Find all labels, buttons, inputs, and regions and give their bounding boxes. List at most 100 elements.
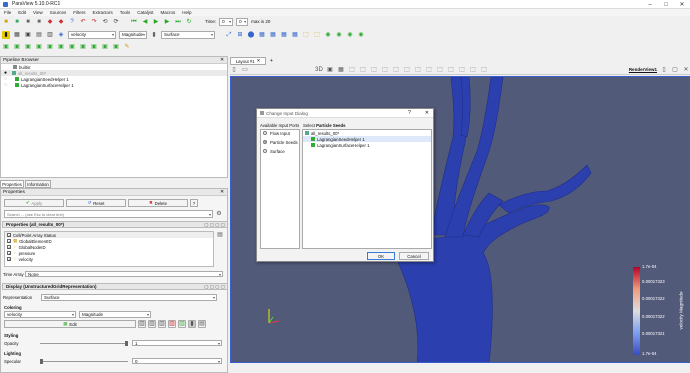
extract-subset-icon[interactable]: ▣ <box>57 43 65 51</box>
port-item-particle-seeds[interactable]: Particle Seeds <box>261 139 299 145</box>
select-frustum-cells-icon[interactable]: ⬚ <box>370 66 378 74</box>
specular-slider-handle[interactable] <box>40 358 43 364</box>
connect-icon[interactable]: ◆ <box>46 18 54 26</box>
view-z-icon[interactable]: ▦ <box>269 31 277 39</box>
section-tools-icons[interactable]: ▢ ▢ ▢ ▢ <box>204 284 225 290</box>
shrink-selection-icon[interactable]: ⬚ <box>458 66 466 74</box>
first-frame-icon[interactable]: ⏮ <box>130 18 138 26</box>
rotate-90-icon[interactable]: ▦ <box>280 31 288 39</box>
capture-icon[interactable]: ▣ <box>326 66 334 74</box>
tree-item-surface-helper[interactable]: LagrangianSurfaceHelper 1 <box>303 142 431 148</box>
coloring-array-select[interactable]: velocity <box>4 311 76 318</box>
close-icon[interactable]: ✕ <box>674 0 690 9</box>
display-section-header[interactable]: Display (UnstructuredGridRepresentation)… <box>2 283 228 290</box>
color-icon[interactable]: ▥ <box>46 31 54 39</box>
split-vertical-icon[interactable]: ▭ <box>241 66 249 74</box>
radio-button[interactable] <box>263 131 267 135</box>
group-datasets-icon[interactable]: ▣ <box>101 43 109 51</box>
tab-close-icon[interactable]: ✕ <box>257 58 261 64</box>
calculator-icon[interactable]: ◉ <box>324 31 332 39</box>
edit-colormap-button[interactable]: ▦ColoringEdit <box>4 320 136 328</box>
glyph-filter-icon[interactable]: ▣ <box>68 43 76 51</box>
play-icon[interactable]: ▶ <box>152 18 160 26</box>
rescale-visible-icon[interactable]: ▥ <box>158 320 166 328</box>
list-sort-icon[interactable]: ▤ <box>216 231 224 239</box>
view-close-icon[interactable]: ✕ <box>682 66 690 74</box>
opacity-input[interactable]: 1 <box>132 340 222 346</box>
opacity-slider-handle[interactable] <box>125 340 128 346</box>
list-item[interactable]: ✓ ⁘ velocity <box>5 256 213 262</box>
maximize-icon[interactable]: □ <box>658 0 674 9</box>
gear-icon[interactable]: ⚙ <box>215 210 223 218</box>
interaction-mode-icon[interactable]: ▦ <box>337 66 345 74</box>
undo-icon[interactable]: ↶ <box>79 18 87 26</box>
array-select[interactable]: velocity <box>68 30 116 39</box>
radio-button-selected[interactable] <box>263 140 267 144</box>
view-maximize-icon[interactable]: ▢ <box>671 66 679 74</box>
warp-vector-icon[interactable]: ▣ <box>90 43 98 51</box>
show-legend-icon[interactable]: ▥ <box>178 320 186 328</box>
coloring-component-select[interactable]: Magnitude <box>79 311 151 318</box>
view-y-icon[interactable]: ▦ <box>258 31 266 39</box>
port-item-flow-input[interactable]: Flow Input <box>261 130 299 136</box>
select-polygon-icon[interactable]: ⬚ <box>392 66 400 74</box>
ok-button[interactable]: OK <box>367 252 395 260</box>
delete-button[interactable]: ✖ Delete <box>128 199 188 207</box>
threshold-filter-icon[interactable]: ▣ <box>46 43 54 51</box>
contour-icon[interactable]: ◉ <box>335 31 343 39</box>
search-input[interactable]: Search ... (use Esc to clear text) <box>4 210 213 218</box>
next-frame-icon[interactable]: ▶ <box>163 18 171 26</box>
apply-button[interactable]: ✔ Apply <box>4 199 64 207</box>
loop-icon[interactable]: ↻ <box>185 18 193 26</box>
representation-select[interactable]: Surface <box>161 30 215 39</box>
view-split-icon[interactable]: ▯ <box>660 66 668 74</box>
menu-extractors[interactable]: Extractors <box>92 10 112 15</box>
zoom-to-data-icon[interactable]: ⊞ <box>236 31 244 39</box>
load-state-icon[interactable]: ■ <box>35 18 43 26</box>
checkbox[interactable]: ✓ <box>7 239 11 244</box>
rescale-icon[interactable]: ▥ <box>138 320 146 328</box>
menu-view[interactable]: View <box>33 10 43 15</box>
panel-close-icon[interactable]: ✕ <box>220 58 224 63</box>
camera-icon[interactable]: ▣ <box>24 31 32 39</box>
save-state-icon[interactable]: ■ <box>24 18 32 26</box>
extract-level-icon[interactable]: ▣ <box>112 43 120 51</box>
reset-range-icon[interactable]: ▮ <box>150 31 158 39</box>
menu-filters[interactable]: Filters <box>73 10 85 15</box>
cancel-button[interactable]: Cancel <box>399 252 429 260</box>
dialog-close-button[interactable]: ✕ <box>425 110 429 116</box>
toggle-3d-icon[interactable]: 3D <box>315 66 323 74</box>
tab-information[interactable]: Information <box>25 180 51 188</box>
properties-section-header[interactable]: Properties (all_results_00*) ▢ ▢ ▢ ▢ <box>2 221 228 228</box>
color-legend-icon[interactable]: ▮ <box>2 30 10 39</box>
rescale-temporal-icon[interactable]: ▥ <box>168 320 176 328</box>
show-selection-icon[interactable]: ⬚ <box>480 66 488 74</box>
clip-filter-icon[interactable]: ▣ <box>24 43 32 51</box>
split-horizontal-icon[interactable]: ▯ <box>230 66 238 74</box>
menu-sources[interactable]: Sources <box>50 10 67 15</box>
ruler-icon[interactable]: ✎ <box>123 43 131 51</box>
camera-undo-icon[interactable]: ⟲ <box>101 18 109 26</box>
hover-cells-icon[interactable]: ⬚ <box>436 66 444 74</box>
select-frustum-points-icon[interactable]: ⬚ <box>381 66 389 74</box>
minimize-icon[interactable]: – <box>642 0 658 9</box>
tab-layout-1[interactable]: Layout #1 ✕ <box>230 57 266 65</box>
color-legend-toggle-icon[interactable]: ▮ <box>188 320 196 328</box>
menu-edit[interactable]: Edit <box>18 10 26 15</box>
rescale-custom-icon[interactable]: ▥ <box>148 320 156 328</box>
remove-icon[interactable]: ▤ <box>198 320 206 328</box>
time-array-select[interactable]: None <box>25 271 223 277</box>
menu-help[interactable]: Help <box>182 10 191 15</box>
menu-macros[interactable]: Macros <box>161 10 176 15</box>
calculator-filter-icon[interactable]: ▣ <box>2 43 10 51</box>
checkbox-all[interactable]: ✓ <box>7 233 11 238</box>
last-frame-icon[interactable]: ⏭ <box>174 18 182 26</box>
slice-filter-icon[interactable]: ▣ <box>35 43 43 51</box>
time-value-field[interactable]: 0 <box>219 17 234 26</box>
menu-catalyst[interactable]: Catalyst <box>137 10 153 15</box>
component-select[interactable]: Magnitude <box>119 30 147 39</box>
checkbox[interactable]: ✓ <box>7 251 11 256</box>
tab-properties[interactable]: Properties <box>0 180 24 188</box>
checkbox[interactable]: ✓ <box>7 257 11 262</box>
select-block-icon[interactable]: ⬚ <box>403 66 411 74</box>
